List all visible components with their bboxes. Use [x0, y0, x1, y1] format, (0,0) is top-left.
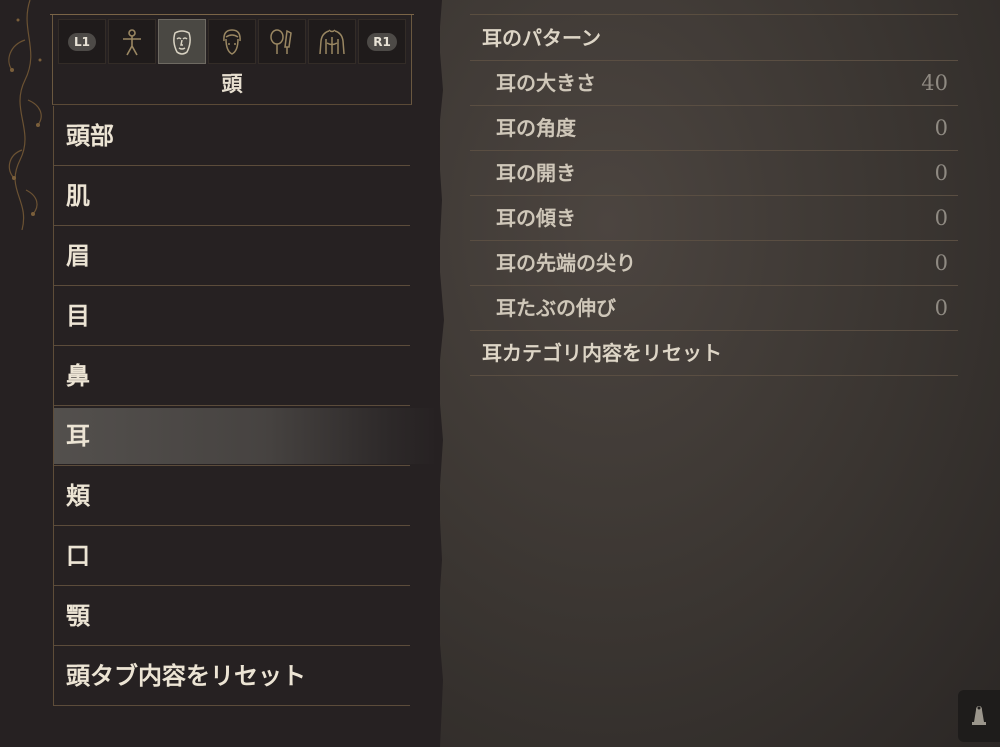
tab-torso[interactable]	[308, 19, 356, 64]
option-label: 耳カテゴリ内容をリセット	[482, 341, 722, 365]
menu-item-eyebrows[interactable]: 眉	[54, 226, 410, 286]
option-label: 耳の角度	[496, 116, 576, 140]
tab-bar: L1 R1	[58, 19, 406, 64]
ear-spread-slider[interactable]: 耳の開き 0	[470, 151, 958, 196]
option-label: 耳の開き	[496, 161, 576, 185]
face-icon	[173, 29, 191, 55]
reset-ear-category-button[interactable]: 耳カテゴリ内容をリセット	[470, 331, 958, 376]
bell-icon	[972, 706, 986, 725]
menu-item-skin[interactable]: 肌	[54, 166, 410, 226]
earlobe-length-slider[interactable]: 耳たぶの伸び 0	[470, 286, 958, 331]
option-label: 耳の傾き	[496, 206, 576, 230]
tab-face[interactable]	[158, 19, 206, 64]
ear-tip-pointiness-slider[interactable]: 耳の先端の尖り 0	[470, 241, 958, 286]
option-label: 耳の大きさ	[496, 71, 596, 95]
menu-item-nose[interactable]: 鼻	[54, 346, 410, 406]
option-value: 0	[934, 251, 948, 275]
r1-shoulder-button[interactable]: R1	[358, 19, 406, 64]
options-list: 耳のパターン 耳の大きさ 40 耳の角度 0 耳の開き 0 耳の傾き 0 耳の先…	[470, 16, 958, 376]
tab-cosmetics[interactable]	[258, 19, 306, 64]
menu-item-head[interactable]: 頭部	[54, 106, 410, 166]
vine-decoration	[8, 0, 42, 230]
option-value: 0	[934, 296, 948, 320]
tab-frame: L1 R1 頭	[50, 14, 414, 105]
ear-size-slider[interactable]: 耳の大きさ 40	[470, 61, 958, 106]
prompt-corner[interactable]	[958, 690, 1000, 742]
ear-angle-slider[interactable]: 耳の角度 0	[470, 106, 958, 151]
category-panel: L1 R1 頭 頭部 肌 眉 目 鼻 耳 頬 口 顎 頭タブ内容をリセット	[0, 0, 440, 747]
menu-item-eyes[interactable]: 目	[54, 286, 410, 346]
reset-head-tab-button[interactable]: 頭タブ内容をリセット	[54, 646, 410, 706]
category-title: 頭	[221, 71, 243, 96]
tab-hair[interactable]	[208, 19, 256, 64]
menu-item-ears[interactable]: 耳	[54, 406, 439, 466]
body-figure-icon	[123, 28, 141, 55]
ear-tilt-slider[interactable]: 耳の傾き 0	[470, 196, 958, 241]
menu-item-jaw[interactable]: 顎	[54, 586, 410, 646]
option-label: 耳のパターン	[482, 26, 601, 50]
cosmetics-icon	[270, 28, 292, 54]
option-value: 0	[934, 116, 948, 140]
menu-item-cheeks[interactable]: 頬	[54, 466, 410, 526]
torn-edge-decoration	[434, 0, 444, 747]
option-label: 耳の先端の尖り	[496, 251, 636, 275]
torso-icon	[319, 28, 345, 54]
category-menu: 頭部 肌 眉 目 鼻 耳 頬 口 顎 頭タブ内容をリセット	[53, 106, 439, 706]
menu-item-mouth[interactable]: 口	[54, 526, 410, 586]
tab-body[interactable]	[108, 19, 156, 64]
character-creation-screen: L1 R1 頭 頭部 肌 眉 目 鼻 耳 頬 口 顎 頭タブ内容をリセット 耳の…	[0, 0, 1000, 747]
ear-pattern-option[interactable]: 耳のパターン	[470, 16, 958, 61]
l1-shoulder-button[interactable]: L1	[58, 19, 106, 64]
options-top-divider	[470, 14, 958, 15]
hair-icon	[223, 28, 241, 55]
option-label: 耳たぶの伸び	[496, 296, 616, 320]
l1-label: L1	[68, 32, 96, 51]
option-value: 40	[921, 71, 948, 95]
r1-label: R1	[367, 32, 397, 51]
option-value: 0	[934, 206, 948, 230]
option-value: 0	[934, 161, 948, 185]
